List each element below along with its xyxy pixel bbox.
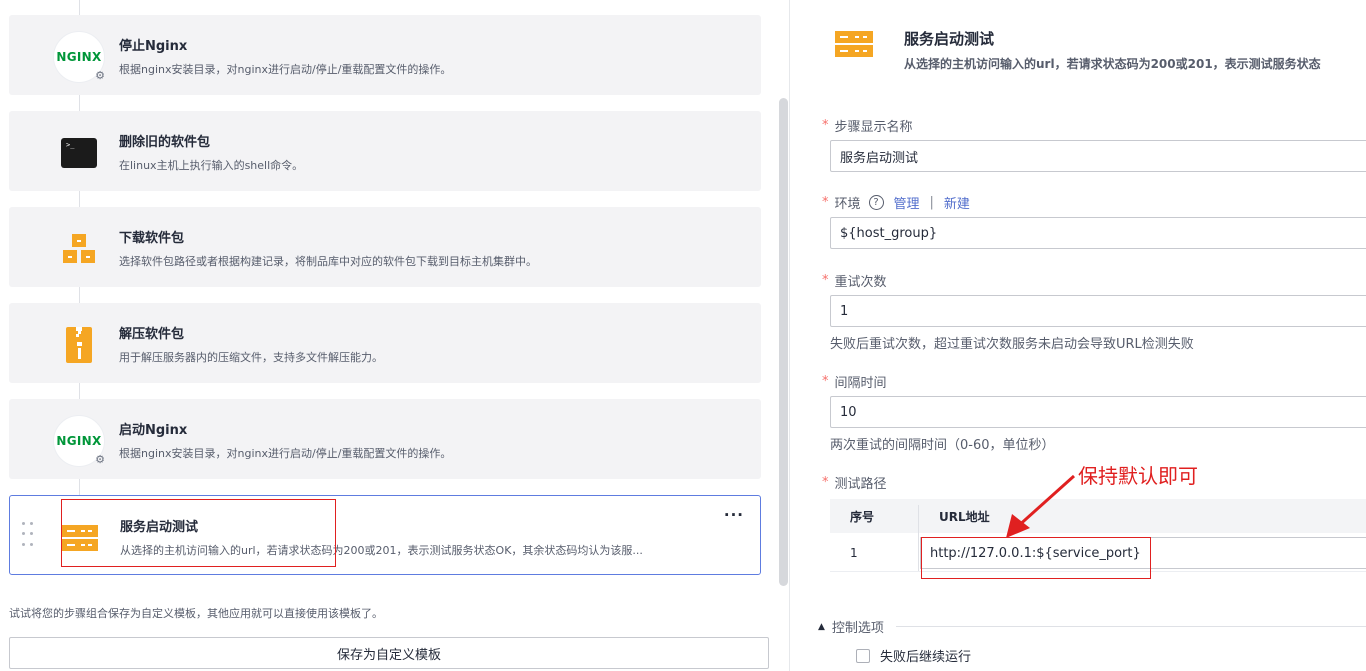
step-desc: 选择软件包路径或者根据构建记录，将制品库中对应的软件包下载到目标主机集群中。 [119, 255, 537, 268]
step-desc: 在linux主机上执行输入的shell命令。 [119, 159, 304, 172]
detail-desc: 从选择的主机访问输入的url，若请求状态码为200或201，表示测试服务状态 [904, 57, 1321, 71]
step-card-start-nginx[interactable]: NGINX ⚙ 启动Nginx 根据nginx安装目录，对nginx进行启动/停… [9, 399, 761, 479]
interval-input[interactable]: 10 [830, 396, 1366, 428]
detail-title: 服务启动测试 [904, 30, 995, 48]
server-icon [834, 30, 874, 62]
more-options-icon[interactable]: ··· [724, 506, 744, 524]
gear-icon: ⚙ [95, 69, 105, 82]
download-package-icon [53, 223, 105, 275]
collapse-triangle-icon: ▲ [818, 621, 825, 632]
step-title: 解压软件包 [119, 327, 185, 342]
display-name-input[interactable]: 服务启动测试 [830, 140, 1366, 172]
display-name-label: * 步骤显示名称 [822, 118, 913, 135]
interval-label: * 间隔时间 [822, 374, 887, 391]
col-url: URL地址 [939, 510, 990, 524]
step-desc: 用于解压服务器内的压缩文件，支持多文件解压能力。 [119, 351, 383, 364]
env-input[interactable]: ${host_group} [830, 217, 1366, 249]
retry-label: * 重试次数 [822, 273, 887, 290]
url-table-header: 序号 URL地址 [830, 499, 1366, 533]
step-detail-panel: 服务启动测试 从选择的主机访问输入的url，若请求状态码为200或201，表示测… [790, 0, 1366, 671]
section-divider [896, 626, 1366, 627]
interval-help: 两次重试的间隔时间（0-60，单位秒） [830, 438, 1055, 453]
checkbox-icon [856, 648, 870, 663]
test-path-label: * 测试路径 [822, 475, 887, 492]
step-title: 下载软件包 [119, 231, 185, 246]
step-desc: 根据nginx安装目录，对nginx进行启动/停止/重载配置文件的操作。 [119, 63, 452, 76]
step-card-stop-nginx[interactable]: NGINX ⚙ 停止Nginx 根据nginx安装目录，对nginx进行启动/停… [9, 15, 761, 95]
step-title: 启动Nginx [119, 423, 188, 438]
env-manage-link[interactable]: 管理 [894, 193, 920, 212]
gear-icon: ⚙ [95, 453, 105, 466]
annotation-text: 保持默认即可 [1078, 464, 1198, 488]
continue-on-fail-checkbox[interactable]: 失败后继续运行 [856, 646, 971, 665]
step-card-delete-package[interactable]: >_ 删除旧的软件包 在linux主机上执行输入的shell命令。 [9, 111, 761, 191]
col-index: 序号 [850, 510, 875, 524]
save-template-button[interactable]: 保存为自定义模板 [9, 637, 769, 669]
step-card-unzip-package[interactable]: 解压软件包 用于解压服务器内的压缩文件，支持多文件解压能力。 [9, 303, 761, 383]
step-title: 停止Nginx [119, 39, 188, 54]
annotation-arrow-icon [1006, 474, 1076, 538]
step-title: 删除旧的软件包 [119, 135, 211, 150]
nginx-icon: NGINX ⚙ [53, 415, 105, 467]
annotation-highlight-box [921, 537, 1151, 579]
env-label: * 环境 ? 管理 | 新建 [822, 193, 970, 212]
drag-handle-icon[interactable] [22, 522, 34, 550]
retry-input[interactable]: 1 [830, 295, 1366, 327]
terminal-icon: >_ [53, 127, 105, 179]
env-new-link[interactable]: 新建 [944, 193, 970, 212]
pipeline-steps-panel: NGINX ⚙ 停止Nginx 根据nginx安装目录，对nginx进行启动/停… [0, 0, 790, 671]
link-separator: | [929, 195, 934, 210]
table-column-divider [918, 505, 919, 571]
step-desc: 根据nginx安装目录，对nginx进行启动/停止/重载配置文件的操作。 [119, 447, 452, 460]
step-card-download-package[interactable]: 下载软件包 选择软件包路径或者根据构建记录，将制品库中对应的软件包下载到目标主机… [9, 207, 761, 287]
retry-help: 失败后重试次数，超过重试次数服务未启动会导致URL检测失败 [830, 337, 1194, 352]
template-hint: 试试将您的步骤组合保存为自定义模板，其他应用就可以直接使用该模板了。 [9, 607, 383, 620]
scrollbar[interactable] [779, 98, 788, 586]
control-options-toggle[interactable]: ▲ 控制选项 [818, 617, 884, 636]
annotation-highlight-box [61, 499, 336, 567]
zip-icon [53, 319, 105, 371]
help-icon[interactable]: ? [868, 195, 884, 210]
nginx-icon: NGINX ⚙ [53, 31, 105, 83]
row-index: 1 [850, 546, 858, 560]
